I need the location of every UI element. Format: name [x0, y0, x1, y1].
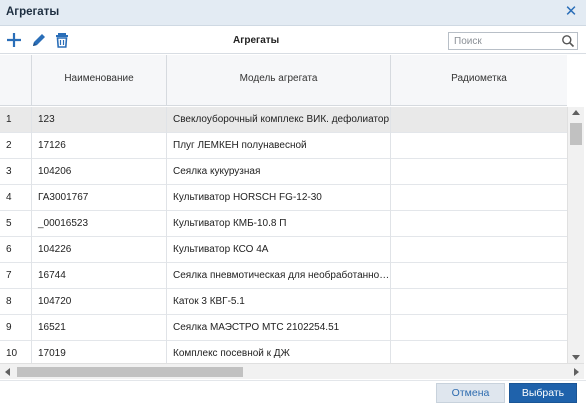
cell-name[interactable]: 17126	[32, 133, 167, 159]
cell-model[interactable]: Культиватор КМБ-10.8 П	[167, 211, 391, 237]
plus-icon[interactable]	[5, 31, 23, 49]
scroll-up-icon[interactable]	[572, 110, 580, 115]
table-row[interactable]: 9 16521 Сеялка МАЭСТРО МТС 2102254.51	[0, 315, 567, 341]
row-number: 5	[0, 211, 32, 237]
aggregates-grid: Наименование Модель агрегата Радиометка …	[0, 55, 586, 378]
row-number: 2	[0, 133, 32, 159]
column-header-number[interactable]	[0, 55, 32, 106]
close-icon[interactable]: ✕	[564, 4, 578, 20]
cell-radiotag[interactable]	[391, 159, 567, 185]
column-header-radiotag[interactable]: Радиометка	[391, 55, 567, 106]
vertical-scrollbar[interactable]	[567, 107, 584, 363]
cell-model[interactable]: Сеялка кукурузная	[167, 159, 391, 185]
cell-model[interactable]: Каток 3 КВГ-5.1	[167, 289, 391, 315]
grid-title: Агрегаты	[233, 35, 280, 46]
cell-name[interactable]: 16521	[32, 315, 167, 341]
horizontal-scroll-thumb[interactable]	[17, 367, 243, 377]
scroll-down-icon[interactable]	[572, 355, 580, 360]
cell-radiotag[interactable]	[391, 237, 567, 263]
row-number: 8	[0, 289, 32, 315]
column-header-name[interactable]: Наименование	[32, 55, 167, 106]
column-header-model[interactable]: Модель агрегата	[167, 55, 391, 106]
table-row[interactable]: 4 ГА3001767 Культиватор HORSCH FG-12-30	[0, 185, 567, 211]
cell-model[interactable]: Культиватор HORSCH FG-12-30	[167, 185, 391, 211]
cell-model[interactable]: Плуг ЛЕМКЕН полунавесной	[167, 133, 391, 159]
row-number: 1	[0, 107, 32, 133]
cell-model[interactable]: Сеялка МАЭСТРО МТС 2102254.51	[167, 315, 391, 341]
table-row[interactable]: 7 16744 Сеялка пневмотическая для необра…	[0, 263, 567, 289]
row-number: 9	[0, 315, 32, 341]
cell-name[interactable]: 104720	[32, 289, 167, 315]
grid-header: Наименование Модель агрегата Радиометка	[0, 55, 567, 106]
row-number: 3	[0, 159, 32, 185]
search-box	[448, 32, 578, 50]
select-button[interactable]: Выбрать	[509, 383, 577, 403]
row-number: 6	[0, 237, 32, 263]
table-row[interactable]: 6 104226 Культиватор КСО 4А	[0, 237, 567, 263]
table-row[interactable]: 2 17126 Плуг ЛЕМКЕН полунавесной	[0, 133, 567, 159]
row-number: 4	[0, 185, 32, 211]
dialog-titlebar: Агрегаты ✕	[0, 0, 586, 26]
cell-name[interactable]: 16744	[32, 263, 167, 289]
cell-radiotag[interactable]	[391, 107, 567, 133]
dialog-footer: Отмена Выбрать	[0, 380, 586, 408]
cell-radiotag[interactable]	[391, 211, 567, 237]
search-input[interactable]	[449, 33, 555, 50]
cell-name[interactable]: 104206	[32, 159, 167, 185]
cell-name[interactable]: _00016523	[32, 211, 167, 237]
toolbar: Агрегаты	[0, 27, 586, 54]
table-row[interactable]: 5 _00016523 Культиватор КМБ-10.8 П	[0, 211, 567, 237]
trash-icon[interactable]	[53, 31, 71, 49]
dialog-title: Агрегаты	[6, 6, 60, 18]
horizontal-scrollbar[interactable]	[0, 363, 584, 379]
cell-model[interactable]: Культиватор КСО 4А	[167, 237, 391, 263]
scroll-right-icon[interactable]	[574, 368, 579, 376]
table-row[interactable]: 8 104720 Каток 3 КВГ-5.1	[0, 289, 567, 315]
cell-radiotag[interactable]	[391, 185, 567, 211]
cell-name[interactable]: 123	[32, 107, 167, 133]
cell-name[interactable]: ГА3001767	[32, 185, 167, 211]
cell-radiotag[interactable]	[391, 315, 567, 341]
table-row[interactable]: 1 123 Свеклоуборочный комплекс ВИК. дефо…	[0, 107, 567, 133]
row-number: 7	[0, 263, 32, 289]
scroll-left-icon[interactable]	[5, 368, 10, 376]
cell-radiotag[interactable]	[391, 289, 567, 315]
vertical-scroll-thumb[interactable]	[570, 123, 582, 145]
cell-radiotag[interactable]	[391, 263, 567, 289]
cell-model[interactable]: Свеклоуборочный комплекс ВИК. дефолиатор	[167, 107, 391, 133]
cell-radiotag[interactable]	[391, 133, 567, 159]
cancel-button[interactable]: Отмена	[436, 383, 505, 403]
table-row[interactable]: 3 104206 Сеялка кукурузная	[0, 159, 567, 185]
pencil-icon[interactable]	[30, 31, 48, 49]
cell-model[interactable]: Сеялка пневмотическая для необработанной…	[167, 263, 391, 289]
cell-name[interactable]: 104226	[32, 237, 167, 263]
search-icon[interactable]	[561, 34, 575, 48]
